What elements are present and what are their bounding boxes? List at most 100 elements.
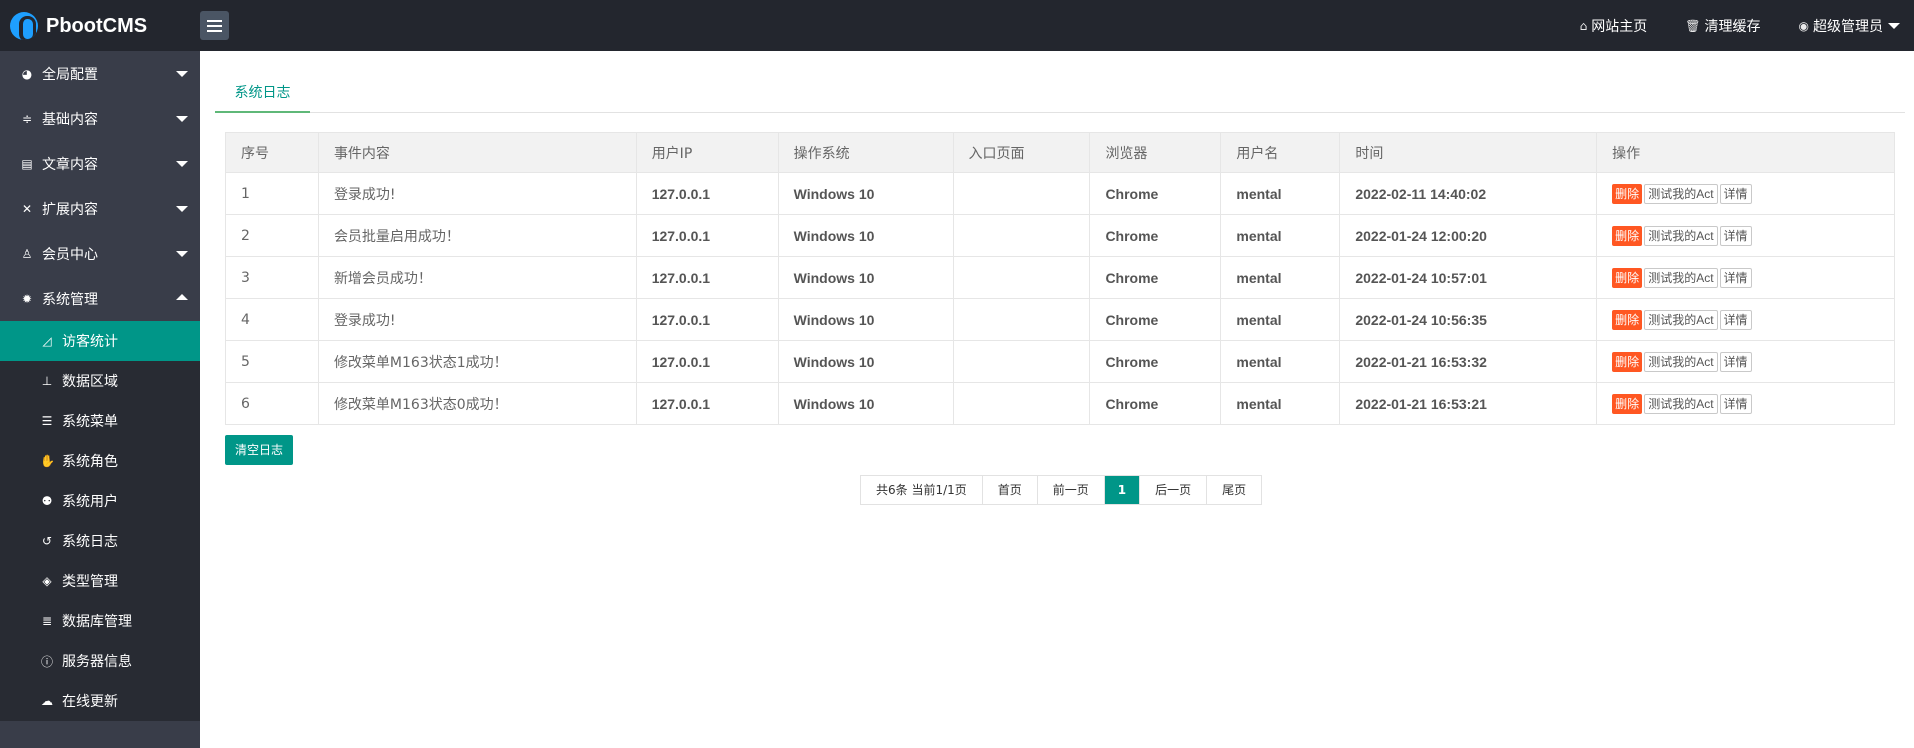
pagination-current-page[interactable]: 1 [1104,476,1141,504]
pagination: 共6条 当前1/1页 首页 前一页 1 后一页 尾页 [860,475,1263,505]
cell-os: Windows 10 [777,214,954,257]
chevron-down-icon [176,206,188,212]
cell-os: Windows 10 [777,340,954,383]
delete-button[interactable]: 删除 [1612,183,1643,204]
delete-button[interactable]: 删除 [1612,267,1643,288]
cell-event: 会员批量启用成功！ [317,214,637,257]
table-row: 4 登录成功! 127.0.0.1 Windows 10 Chrome ment… [225,298,1895,341]
pagination-prev[interactable]: 前一页 [1038,476,1105,504]
admin-user-menu[interactable]: ◉ 超级管理员 [1799,16,1900,36]
sitemap-icon: ⊥ [41,374,53,388]
delete-button[interactable]: 删除 [1612,393,1643,414]
pagination-last[interactable]: 尾页 [1207,476,1261,504]
sidebar-item-system-users[interactable]: ⚉ 系统用户 [0,481,200,521]
test-act-button[interactable]: 测试我的Act [1644,393,1718,414]
detail-button[interactable]: 详情 [1719,393,1752,414]
delete-button[interactable]: 删除 [1612,225,1643,246]
cell-event: 修改菜单M163状态1成功！ [317,340,637,383]
sidebar-item-data-area[interactable]: ⊥ 数据区域 [0,361,200,401]
test-act-button[interactable]: 测试我的Act [1644,183,1718,204]
cell-event: 登录成功! [317,172,637,215]
test-act-button[interactable]: 测试我的Act [1644,351,1718,372]
info-icon: ⓘ [40,654,53,669]
system-management-submenu: ◿ 访客统计 ⊥ 数据区域 ☰ 系统菜单 ✋ 系统角色 ⚉ 系统用户 ↺ 系统日… [0,321,200,721]
detail-button[interactable]: 详情 [1719,225,1752,246]
header-links: ⌂ 网站主页 🗑 清理缓存 ◉ 超级管理员 [1580,0,1914,51]
sidebar-item-extended-content[interactable]: ✕ 扩展内容 [0,186,200,231]
sidebar-item-system-management[interactable]: ✹ 系统管理 [0,276,200,321]
sidebar-item-type-management[interactable]: ◈ 类型管理 [0,561,200,601]
test-act-button[interactable]: 测试我的Act [1644,225,1718,246]
site-home-link[interactable]: ⌂ 网站主页 [1580,16,1648,36]
cell-user: mental [1220,382,1341,425]
sidebar-item-member-center[interactable]: ♙ 会员中心 [0,231,200,276]
cell-user: mental [1220,172,1341,215]
sidebar-item-system-log[interactable]: ↺ 系统日志 [0,521,200,561]
sidebar-item-database-management[interactable]: ≣ 数据库管理 [0,601,200,641]
main-content: 系统日志 序号 事件内容 用户IP 操作系统 入口页面 浏览器 用户名 时间 操… [200,51,1914,748]
user-icon: ♙ [21,246,33,261]
tab-bar: 系统日志 [215,76,1905,113]
cell-entry [952,172,1091,215]
clear-log-button[interactable]: 清空日志 [225,435,293,465]
cell-event: 新增会员成功！ [317,256,637,299]
cell-time: 2022-01-24 10:56:35 [1339,298,1598,341]
sidebar-item-server-info[interactable]: ⓘ 服务器信息 [0,641,200,681]
column-header: 操作系统 [777,132,954,173]
sidebar-item-label: 访客统计 [62,334,118,350]
cell-entry [952,256,1091,299]
sidebar-item-visitor-stats[interactable]: ◿ 访客统计 [0,321,200,361]
area-chart-icon: ◿ [42,334,52,348]
chevron-down-icon [176,251,188,257]
cell-actions: 删除 测试我的Act 详情 [1596,298,1895,341]
cell-time: 2022-01-24 12:00:20 [1339,214,1598,257]
cell-id: 6 [225,382,319,425]
cell-ip: 127.0.0.1 [635,340,779,383]
sidebar-item-system-menu[interactable]: ☰ 系统菜单 [0,401,200,441]
top-header: PbootCMS ⌂ 网站主页 🗑 清理缓存 ◉ 超级管理员 [0,0,1914,51]
cell-actions: 删除 测试我的Act 详情 [1596,172,1895,215]
clear-cache-link[interactable]: 🗑 清理缓存 [1685,16,1760,36]
table-row: 6 修改菜单M163状态0成功！ 127.0.0.1 Windows 10 Ch… [225,382,1895,425]
detail-button[interactable]: 详情 [1719,183,1752,204]
cell-actions: 删除 测试我的Act 详情 [1596,214,1895,257]
detail-button[interactable]: 详情 [1719,267,1752,288]
users-icon: ⚉ [41,494,53,508]
cell-entry [952,382,1091,425]
sidebar-item-label: 全局配置 [42,66,98,83]
trash-icon: 🗑 [1685,18,1701,33]
sidebar-item-online-update[interactable]: ☁ 在线更新 [0,681,200,721]
column-header: 操作 [1596,132,1895,173]
cell-ip: 127.0.0.1 [635,298,779,341]
column-header: 用户名 [1220,132,1341,173]
cell-os: Windows 10 [777,382,954,425]
pagination-next[interactable]: 后一页 [1140,476,1208,504]
sidebar-item-article-content[interactable]: ▤ 文章内容 [0,141,200,186]
table-header-row: 序号 事件内容 用户IP 操作系统 入口页面 浏览器 用户名 时间 操作 [225,132,1895,173]
brand-logo[interactable]: PbootCMS [10,11,147,41]
site-home-label: 网站主页 [1591,18,1648,35]
table-row: 2 会员批量启用成功！ 127.0.0.1 Windows 10 Chrome … [225,214,1895,257]
cell-ip: 127.0.0.1 [635,256,779,299]
test-act-button[interactable]: 测试我的Act [1644,267,1718,288]
sidebar-item-system-role[interactable]: ✋ 系统角色 [0,441,200,481]
history-icon: ↺ [41,534,53,548]
cell-ip: 127.0.0.1 [635,214,779,257]
sidebar-toggle-button[interactable] [200,11,229,40]
user-circle-icon: ◉ [1798,18,1809,33]
sidebar-item-basic-content[interactable]: ≑ 基础内容 [0,96,200,141]
delete-button[interactable]: 删除 [1612,309,1643,330]
delete-button[interactable]: 删除 [1612,351,1643,372]
sidebar-item-global-config[interactable]: ◕ 全局配置 [0,51,200,96]
tab-system-log[interactable]: 系统日志 [215,76,310,113]
cell-entry [952,298,1091,341]
pagination-first[interactable]: 首页 [983,476,1038,504]
cell-time: 2022-02-11 14:40:02 [1339,172,1598,215]
detail-button[interactable]: 详情 [1719,309,1752,330]
chevron-down-icon [176,161,188,167]
detail-button[interactable]: 详情 [1719,351,1752,372]
test-act-button[interactable]: 测试我的Act [1644,309,1718,330]
sidebar: ◕ 全局配置 ≑ 基础内容 ▤ 文章内容 ✕ 扩展内容 ♙ 会员中心 ✹ 系统管… [0,51,200,748]
cell-ip: 127.0.0.1 [635,382,779,425]
tags-icon: ◈ [42,574,52,588]
